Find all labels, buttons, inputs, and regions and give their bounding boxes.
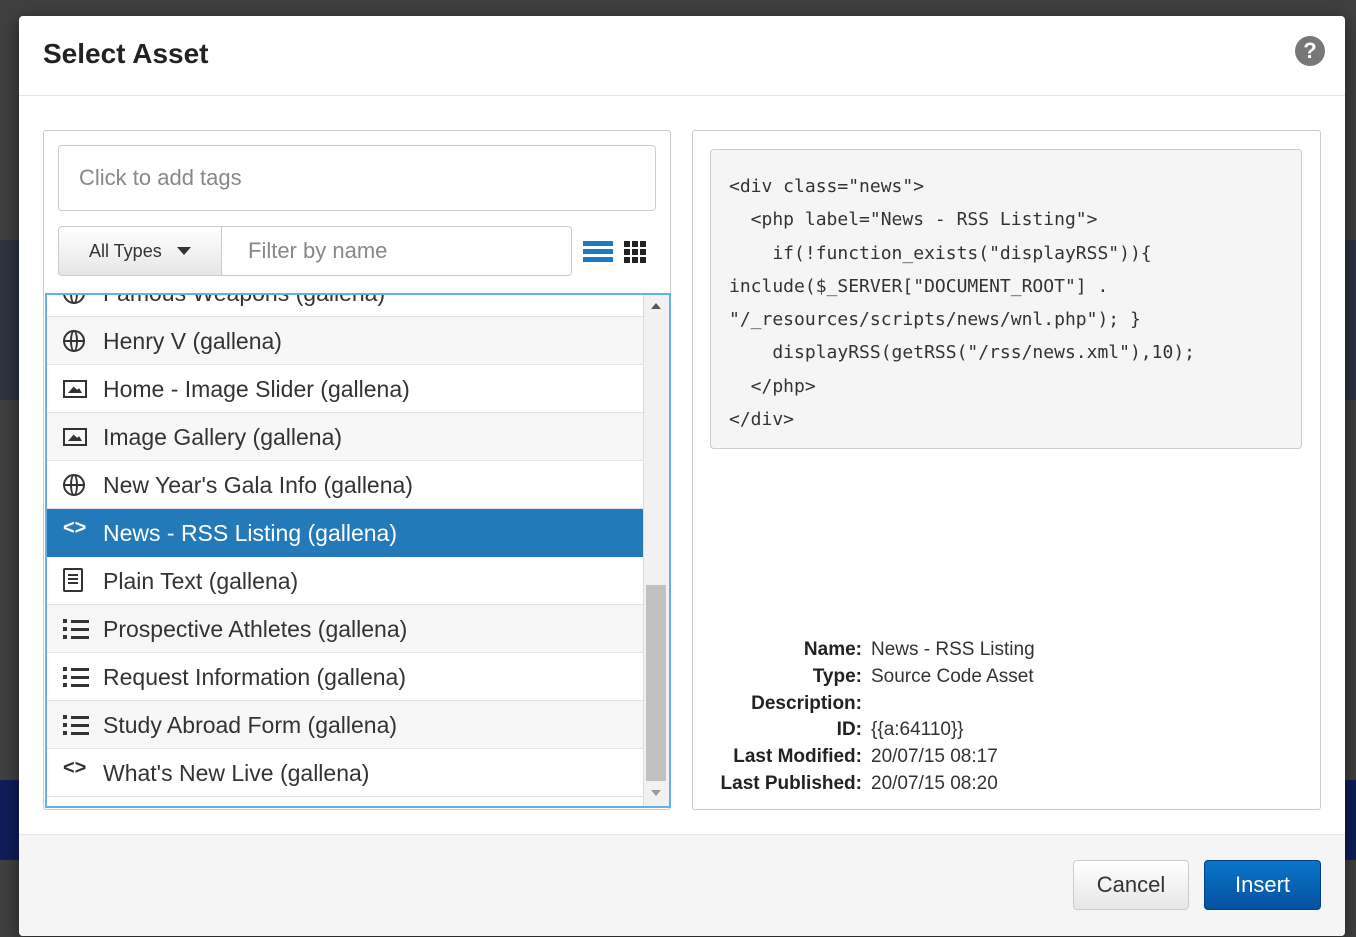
insert-button[interactable]: Insert xyxy=(1204,860,1321,910)
detail-row: Last Modified: 20/07/15 08:17 xyxy=(693,746,1322,773)
scroll-thumb[interactable] xyxy=(646,585,666,781)
list-item[interactable]: Henry V (gallena) xyxy=(47,317,643,365)
dialog-footer: Cancel Insert xyxy=(19,834,1345,936)
detail-row: Description: xyxy=(693,693,1322,720)
scrollbar[interactable] xyxy=(643,295,669,806)
type-filter-dropdown[interactable]: All Types xyxy=(58,226,222,276)
list-view-icon[interactable] xyxy=(583,241,613,263)
detail-value: 20/07/15 08:17 xyxy=(871,746,998,768)
list-item[interactable]: Request Information (gallena) xyxy=(47,653,643,701)
detail-row: Name: News - RSS Listing xyxy=(693,639,1322,666)
select-asset-dialog: Select Asset ? Click to add tags All Typ… xyxy=(19,16,1345,936)
detail-label: Type: xyxy=(812,665,862,687)
detail-row: Type: Source Code Asset xyxy=(693,666,1322,693)
dialog-header: Select Asset ? xyxy=(19,16,1345,96)
list-item-label: Famous Weapons (gallena) xyxy=(103,293,386,306)
list-item[interactable]: Famous Weapons (gallena) xyxy=(47,293,643,317)
list-item[interactable]: Image Gallery (gallena) xyxy=(47,413,643,461)
tags-input[interactable]: Click to add tags xyxy=(58,145,656,211)
name-filter-input[interactable]: Filter by name xyxy=(222,226,572,276)
list-icon xyxy=(63,714,89,736)
detail-label: ID: xyxy=(836,719,862,741)
list-item[interactable]: Prospective Athletes (gallena) xyxy=(47,605,643,653)
asset-browser-panel: Click to add tags All Types Filter by na… xyxy=(43,130,671,810)
globe-icon xyxy=(63,295,85,304)
list-item-label: What's New Live (gallena) xyxy=(103,760,370,786)
detail-label: Name: xyxy=(803,639,862,660)
globe-icon xyxy=(63,474,85,496)
list-item[interactable]: New Year's Gala Info (gallena) xyxy=(47,461,643,509)
scroll-up-arrow[interactable] xyxy=(651,303,661,309)
list-item-label: Image Gallery (gallena) xyxy=(103,424,343,450)
detail-label: Last Modified: xyxy=(733,746,862,768)
list-item-label: Henry V (gallena) xyxy=(103,328,282,354)
asset-details: Name: News - RSS Listing Type: Source Code … xyxy=(693,639,1322,800)
detail-row: ID: {{a:64110}} xyxy=(693,719,1322,746)
code-icon: <> xyxy=(63,757,87,779)
list-item-label: Request Information (gallena) xyxy=(103,664,406,690)
list-item-label: Plain Text (gallena) xyxy=(103,568,299,594)
asset-list[interactable]: Famous Weapons (gallena) Henry V (gallena… xyxy=(45,293,671,808)
scroll-down-arrow[interactable] xyxy=(651,790,661,796)
list-icon xyxy=(63,618,89,640)
list-item-label: Prospective Athletes (gallena) xyxy=(103,616,408,642)
list-item[interactable]: Study Abroad Form (gallena) xyxy=(47,701,643,749)
detail-value: Source Code Asset xyxy=(871,665,1034,687)
cancel-button[interactable]: Cancel xyxy=(1073,860,1189,910)
detail-value: {{a:64110}} xyxy=(871,719,964,741)
caret-down-icon xyxy=(177,247,191,255)
detail-label: Last Published: xyxy=(720,772,862,794)
document-icon xyxy=(63,568,83,592)
code-icon: <> xyxy=(63,517,87,539)
detail-value: 20/07/15 08:20 xyxy=(871,772,998,794)
list-item-label: Study Abroad Form (gallena) xyxy=(103,712,398,738)
detail-value: News - RSS Listing xyxy=(871,639,1035,660)
grid-view-icon[interactable] xyxy=(624,241,648,265)
globe-icon xyxy=(63,330,85,352)
list-item-label: New Year's Gala Info (gallena) xyxy=(103,472,413,498)
list-item[interactable]: <> What's New Live (gallena) xyxy=(47,749,643,797)
detail-row: Last Published: 20/07/15 08:20 xyxy=(693,773,1322,800)
image-icon xyxy=(63,428,87,446)
question-circle-icon[interactable]: ? xyxy=(1295,36,1325,66)
list-icon xyxy=(63,666,89,688)
list-item[interactable]: <> News - RSS Listing (gallena) xyxy=(47,509,643,557)
image-icon xyxy=(63,380,87,398)
list-item[interactable]: Plain Text (gallena) xyxy=(47,557,643,605)
list-item[interactable]: Home - Image Slider (gallena) xyxy=(47,365,643,413)
list-item-label: News - RSS Listing (gallena) xyxy=(103,520,398,546)
detail-label: Description: xyxy=(751,692,862,714)
code-preview: <div class="news"> <php label="News - RS… xyxy=(710,149,1302,449)
type-filter-label: All Types xyxy=(89,241,162,261)
asset-preview-panel: <div class="news"> <php label="News - RS… xyxy=(692,130,1321,810)
dialog-title: Select Asset xyxy=(43,38,209,69)
list-item-label: Home - Image Slider (gallena) xyxy=(103,376,410,402)
